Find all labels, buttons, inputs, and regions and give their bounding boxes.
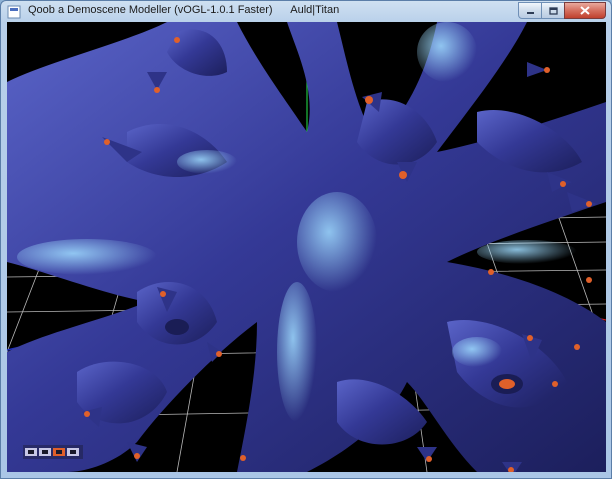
close-icon [580,6,590,15]
window-title: Qoob a Demoscene Modeller (vOGL-1.0.1 Fa… [28,4,273,16]
minimize-icon [526,11,534,14]
title-bar[interactable]: Qoob a Demoscene Modeller (vOGL-1.0.1 Fa… [1,1,611,22]
maximize-button[interactable] [541,2,565,19]
qoob-logo [23,445,83,459]
app-window: Qoob a Demoscene Modeller (vOGL-1.0.1 Fa… [0,0,612,479]
caption-buttons [518,2,606,19]
minimize-button[interactable] [518,2,542,19]
maximize-icon [548,6,558,15]
window-author: Auld|Titan [290,4,340,16]
app-icon [7,5,21,19]
scene-canvas[interactable] [7,22,606,472]
close-button[interactable] [564,2,606,19]
3d-viewport[interactable] [7,22,606,472]
